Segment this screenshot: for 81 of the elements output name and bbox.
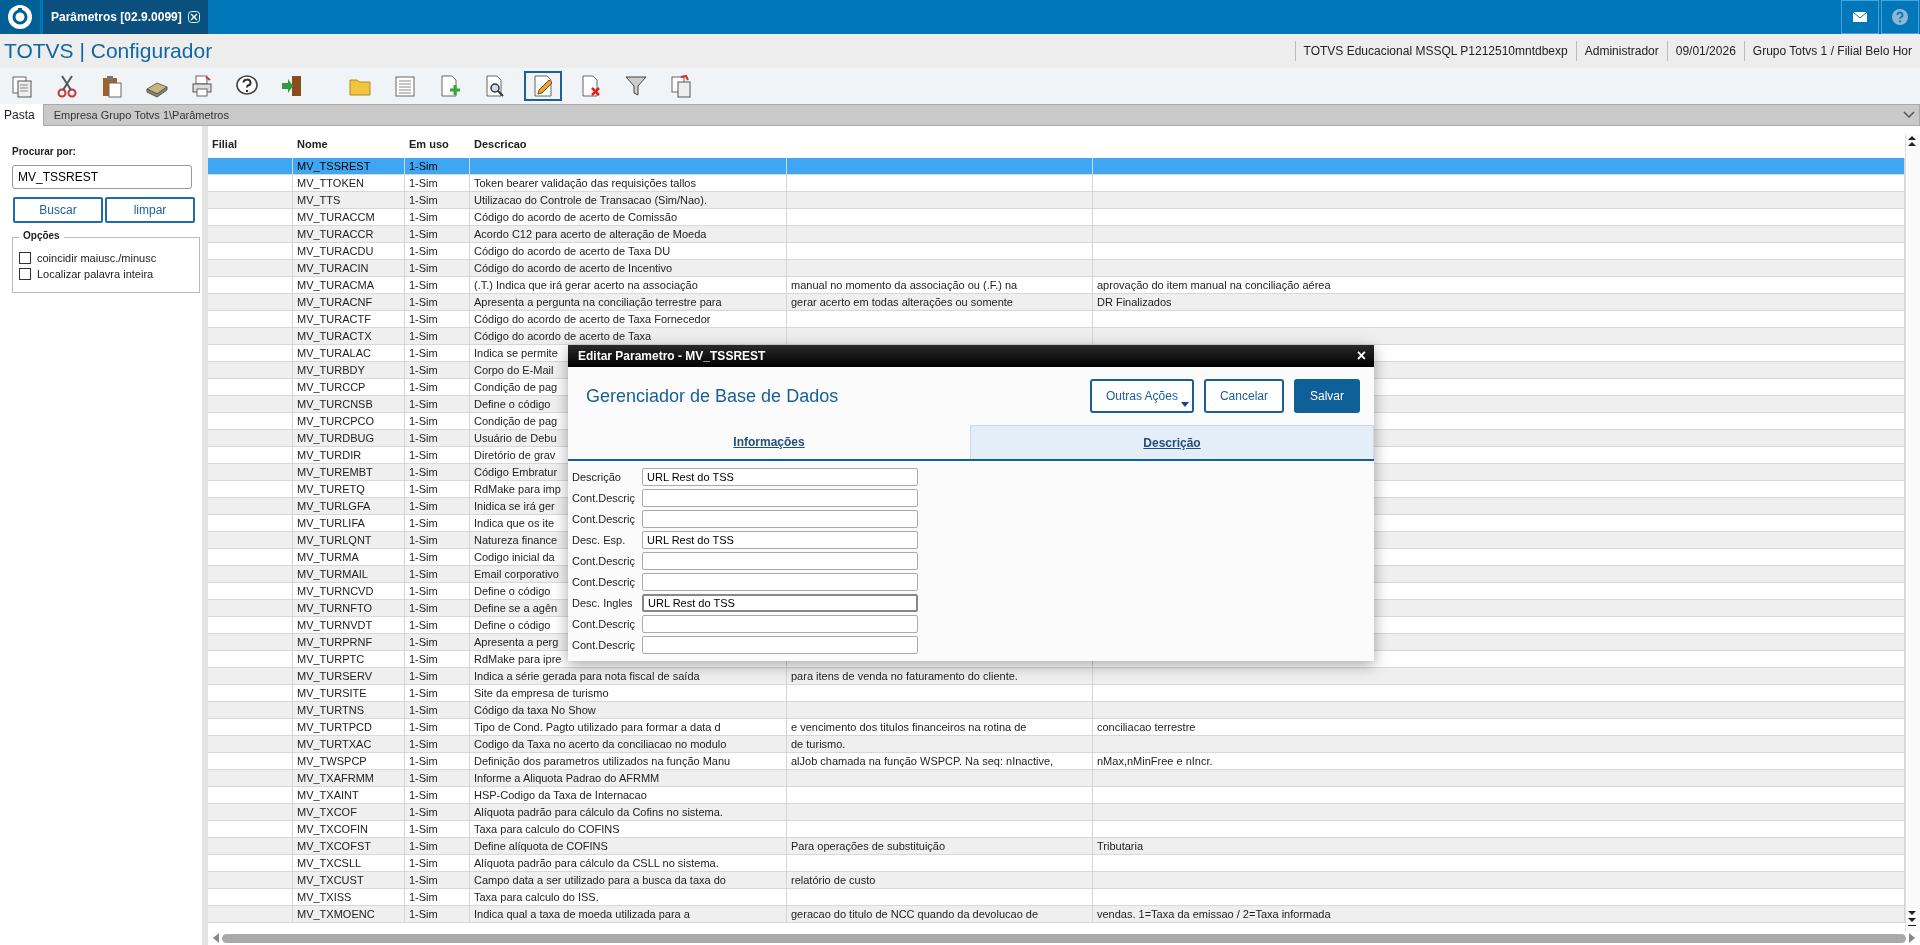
table-cell: Informe a Aliquota Padrao do AFRMM	[470, 770, 787, 787]
table-cell: MV_TURACTX	[293, 328, 405, 345]
table-cell: 1-Sim	[405, 328, 470, 345]
field-label: Cont.Descriç	[572, 554, 636, 567]
table-cell: MV_TURSERV	[293, 668, 405, 685]
table-cell: Para operações de substituição	[787, 838, 1093, 855]
app-title: TOTVS | Configurador	[3, 39, 214, 63]
table-cell: MV_TXCUST	[293, 872, 405, 889]
table-cell: MV_TXCOFST	[293, 838, 405, 855]
table-cell: 1-Sim	[405, 906, 470, 923]
table-cell: MV_TURTNS	[293, 702, 405, 719]
table-cell: Alíquota padrão para cálculo da Cofins no sistema.	[470, 804, 787, 821]
table-cell: de turismo.	[787, 736, 1093, 753]
table-cell: 1-Sim	[405, 838, 470, 855]
table-cell: 1-Sim	[405, 532, 470, 549]
table-cell: MV_TURTXAC	[293, 736, 405, 753]
table-cell: Acordo C12 para acerto de alteração de Moeda	[470, 226, 787, 243]
table-cell: Campo data a ser utilizado para a busca da taxa do	[470, 872, 787, 889]
table-cell: Indica qual a taxa de moeda utilizada para a	[470, 906, 787, 923]
table-cell: MV_TURACNF	[293, 294, 405, 311]
table-cell: 1-Sim	[405, 158, 470, 175]
session-info: Administrador	[1575, 41, 1667, 61]
table-cell: MV_TURDBUG	[293, 430, 405, 447]
table-cell: MV_TURBDY	[293, 362, 405, 379]
search-label: Procurar por:	[12, 146, 77, 157]
field-label: Descrição	[572, 470, 622, 483]
table-cell: MV_TURMAIL	[293, 566, 405, 583]
table-cell: MV_TXCOF	[293, 804, 405, 821]
table-cell: 1-Sim	[405, 770, 470, 787]
table-cell: MV_TURACCR	[293, 226, 405, 243]
table-cell: 1-Sim	[405, 736, 470, 753]
table-cell: vendas. 1=Taxa da emissao / 2=Taxa informada	[1093, 906, 1905, 923]
table-cell: 1-Sim	[405, 396, 470, 413]
table-cell: MV_TURACIN	[293, 260, 405, 277]
table-cell: MV_TXAFRMM	[293, 770, 405, 787]
table-cell: MV_TSSREST	[293, 158, 405, 175]
table-cell: 1-Sim	[405, 872, 470, 889]
table-cell: Tributaria	[1093, 838, 1905, 855]
table-cell: 1-Sim	[405, 226, 470, 243]
session-info: TOTVS Educacional MSSQL P1212510mntdbexp	[1294, 41, 1576, 61]
table-cell: Código da taxa No Show	[470, 702, 787, 719]
table-cell: 1-Sim	[405, 600, 470, 617]
table-cell: 1-Sim	[405, 498, 470, 515]
table-cell: geracao do titulo de NCC quando da devolucao de	[787, 906, 1093, 923]
options-title: Opções	[19, 230, 64, 241]
table-cell: MV_TURNFTO	[293, 600, 405, 617]
table-cell: 1-Sim	[405, 668, 470, 685]
dialog-title: Editar Parametro - MV_TSSREST	[578, 349, 766, 363]
field-label: Desc. Esp.	[572, 533, 627, 546]
table-cell: MV_TXMOENC	[293, 906, 405, 923]
table-cell: 1-Sim	[405, 634, 470, 651]
field-label: Cont.Descriç	[572, 512, 636, 525]
table-cell: Indica a série gerada para nota fiscal de saída	[470, 668, 787, 685]
table-cell: MV_TURPRNF	[293, 634, 405, 651]
table-cell: Código do acordo de acerto de Incentivo	[470, 260, 787, 277]
table-cell: 1-Sim	[405, 702, 470, 719]
table-cell: 1-Sim	[405, 260, 470, 277]
table-cell: Apresenta a pergunta na conciliação terrestre para	[470, 294, 787, 311]
table-cell: 1-Sim	[405, 804, 470, 821]
table-cell: Define alíquota de COFINS	[470, 838, 787, 855]
table-cell: 1-Sim	[405, 362, 470, 379]
table-cell: Utilizacao do Controle de Transacao (Sim/Nao).	[470, 192, 787, 209]
table-cell: MV_TTS	[293, 192, 405, 209]
table-cell: 1-Sim	[405, 464, 470, 481]
table-cell: Codigo da Taxa no acerto da conciliacao no modulo	[470, 736, 787, 753]
field-label: Cont.Descriç	[572, 617, 636, 630]
table-cell: MV_TURLQNT	[293, 532, 405, 549]
table-cell: 1-Sim	[405, 566, 470, 583]
table-cell: MV_TURLGFA	[293, 498, 405, 515]
session-info: 09/01/2026	[1666, 41, 1744, 61]
table-cell: relatório de custo	[787, 872, 1093, 889]
table-cell: 1-Sim	[405, 430, 470, 447]
table-cell: 1-Sim	[405, 192, 470, 209]
table-cell: gerar acerto em todas alterações ou somente	[787, 294, 1093, 311]
session-info: Grupo Totvs 1 / Filial Belo Hor	[1743, 41, 1920, 61]
field-label: Cont.Descriç	[572, 638, 636, 651]
table-cell: MV_TUREMBT	[293, 464, 405, 481]
table-cell: para itens de venda no faturamento do cliente.	[787, 668, 1093, 685]
table-cell: DR Finalizados	[1093, 294, 1905, 311]
table-cell: 1-Sim	[405, 294, 470, 311]
table-cell: MV_TURCNSB	[293, 396, 405, 413]
